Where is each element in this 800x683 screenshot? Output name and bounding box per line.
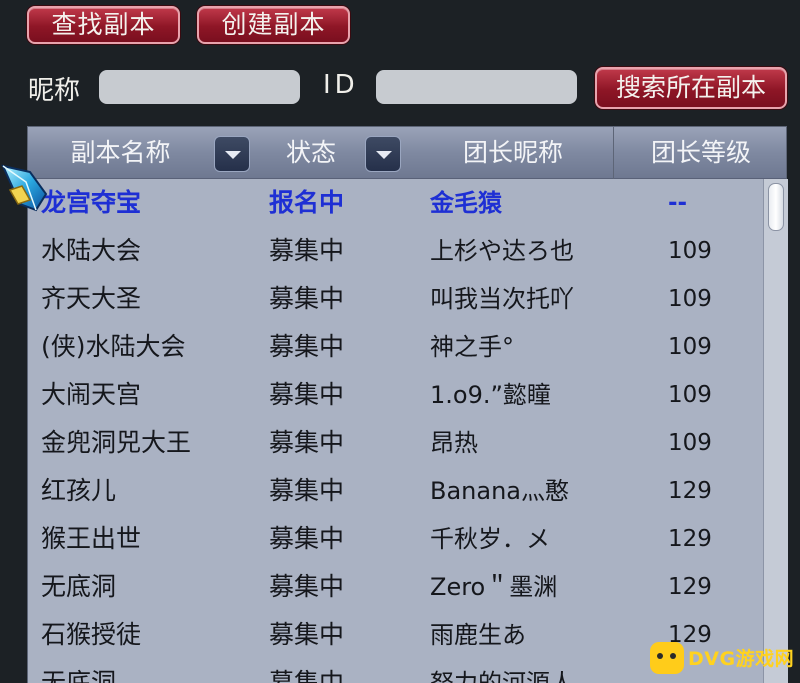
- leader-nickname-cell: 神之手°: [430, 333, 514, 361]
- status-cell: 募集中: [269, 284, 345, 313]
- instance-name-cell: 猴王出世: [41, 524, 142, 553]
- instance-name-cell: 无底洞: [41, 572, 117, 601]
- table-row[interactable]: (侠)水陆大会 募集中 神之手° 109: [28, 323, 763, 371]
- nickname-label: 昵称: [28, 76, 81, 106]
- status-cell: 募集中: [269, 524, 345, 553]
- leader-nickname-cell: Banana灬憨: [430, 477, 570, 505]
- status-cell: 报名中: [269, 188, 345, 217]
- instance-name-cell: 红孩儿: [41, 476, 117, 505]
- table-row[interactable]: 大闹天宫 募集中 1.o9.”懿瞳 109: [28, 371, 763, 419]
- chevron-down-icon[interactable]: [365, 136, 401, 172]
- tab-find-instance[interactable]: 查找副本: [27, 6, 180, 44]
- instance-name-cell: 金兜洞兕大王: [41, 428, 192, 457]
- leader-nickname-cell: 叫我当次托吖: [430, 285, 574, 313]
- id-field[interactable]: [376, 70, 577, 104]
- scrollbar-thumb[interactable]: [768, 183, 784, 231]
- instance-name-cell: 齐天大圣: [41, 284, 142, 313]
- table-row[interactable]: 水陆大会 募集中 上杉や达ろ也 109: [28, 227, 763, 275]
- table-row[interactable]: 齐天大圣 募集中 叫我当次托吖 109: [28, 275, 763, 323]
- leader-level-cell: 109: [668, 238, 712, 264]
- leader-nickname-cell: 金毛猿: [430, 189, 502, 217]
- watermark: DVG游戏网: [648, 638, 798, 678]
- column-header-level: 团长等级: [613, 127, 788, 179]
- status-cell: 募集中: [269, 380, 345, 409]
- nickname-field[interactable]: [99, 70, 300, 104]
- leader-nickname-cell: Zero＂墨渊: [430, 573, 558, 601]
- leader-nickname-cell: 上杉や达ろ也: [430, 237, 574, 265]
- gem-cursor-icon: [1, 164, 48, 212]
- table-header: 副本名称 状态 团长昵称 团长等级: [28, 127, 786, 179]
- controller-icon: [650, 642, 684, 674]
- chevron-down-icon[interactable]: [214, 136, 250, 172]
- status-cell: 募集中: [269, 668, 345, 683]
- instance-name-cell: (侠)水陆大会: [41, 332, 186, 361]
- table-row[interactable]: 龙宫夺宝 报名中 金毛猿 --: [28, 179, 763, 227]
- status-cell: 募集中: [269, 236, 345, 265]
- id-label: ID: [323, 70, 359, 100]
- tab-create-instance[interactable]: 创建副本: [197, 6, 350, 44]
- leader-level-cell: 109: [668, 382, 712, 408]
- table-row[interactable]: 金兜洞兕大王 募集中 昂热 109: [28, 419, 763, 467]
- instance-name-cell: 大闹天宫: [41, 380, 142, 409]
- search-instance-button[interactable]: 搜索所在副本: [595, 67, 787, 109]
- table-row[interactable]: 无底洞 募集中 Zero＂墨渊 129: [28, 563, 763, 611]
- instance-name-cell: 水陆大会: [41, 236, 142, 265]
- leader-nickname-cell: 雨鹿生あ: [430, 621, 526, 649]
- table-row[interactable]: 猴王出世 募集中 千秋岁．メ 129: [28, 515, 763, 563]
- leader-level-cell: 129: [668, 526, 712, 552]
- leader-level-cell: 109: [668, 430, 712, 456]
- table-row[interactable]: 红孩儿 募集中 Banana灬憨 129: [28, 467, 763, 515]
- status-cell: 募集中: [269, 428, 345, 457]
- instance-name-cell: 无底洞: [41, 668, 117, 683]
- status-cell: 募集中: [269, 332, 345, 361]
- watermark-text: DVG游戏网: [688, 648, 795, 670]
- status-cell: 募集中: [269, 476, 345, 505]
- leader-nickname-cell: 昂热: [430, 429, 478, 457]
- leader-level-cell: 109: [668, 286, 712, 312]
- instance-table: 副本名称 状态 团长昵称 团长等级 龙宫夺宝 报名中 金毛猿 -- 水陆大会 募集中 上杉や…: [27, 126, 788, 683]
- leader-nickname-cell: 努力的河源人: [430, 669, 574, 683]
- leader-level-cell: 109: [668, 334, 712, 360]
- scrollbar[interactable]: [763, 179, 788, 683]
- leader-level-cell: --: [668, 190, 688, 216]
- leader-nickname-cell: 千秋岁．メ: [430, 525, 550, 553]
- leader-level-cell: 129: [668, 478, 712, 504]
- instance-name-cell: 石猴授徒: [41, 620, 142, 649]
- leader-level-cell: 129: [668, 574, 712, 600]
- status-cell: 募集中: [269, 572, 345, 601]
- table-body: 龙宫夺宝 报名中 金毛猿 -- 水陆大会 募集中 上杉や达ろ也 109 齐天大圣 募集中 叫我当次托…: [28, 179, 763, 683]
- leader-nickname-cell: 1.o9.”懿瞳: [430, 381, 551, 409]
- column-header-status: 状态: [285, 138, 336, 167]
- column-header-leader: 团长昵称: [462, 138, 563, 167]
- status-cell: 募集中: [269, 620, 345, 649]
